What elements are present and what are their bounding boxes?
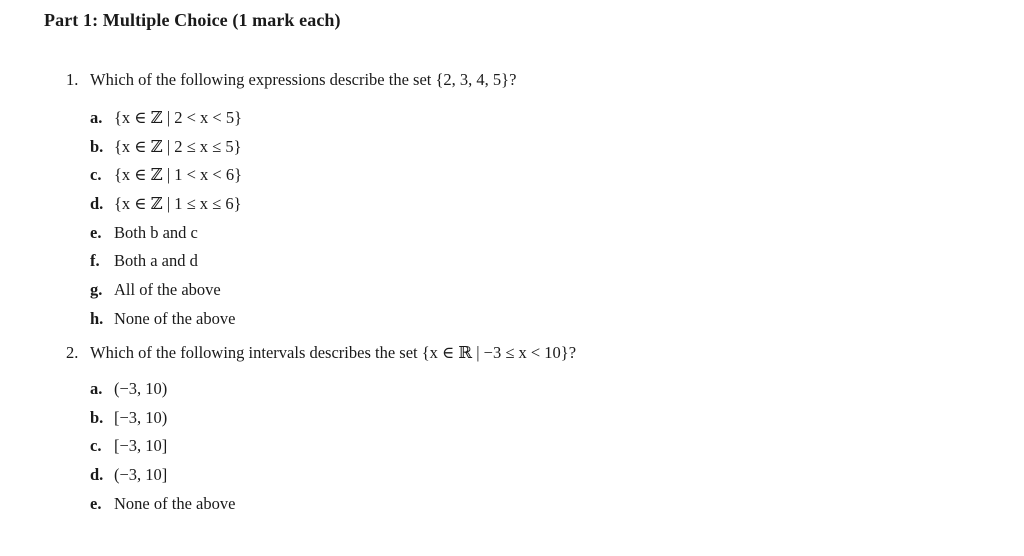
option-2a: a. (−3, 10) bbox=[90, 378, 235, 407]
option-2b: b. [−3, 10) bbox=[90, 407, 235, 436]
option-text: [−3, 10] bbox=[114, 436, 168, 456]
option-1d: d. {x ∈ ℤ | 1 ≤ x ≤ 6} bbox=[90, 193, 242, 222]
option-letter: h. bbox=[90, 308, 104, 328]
option-1e: e. Both b and c bbox=[90, 222, 242, 251]
option-1h: h. None of the above bbox=[90, 308, 242, 337]
question-1-options: a. {x ∈ ℤ | 2 < x < 5} b. {x ∈ ℤ | 2 ≤ x ≤… bbox=[90, 107, 242, 337]
option-text: (−3, 10) bbox=[114, 379, 168, 398]
section-title: Part 1: Multiple Choice (1 mark each) bbox=[44, 10, 341, 30]
option-letter: b. bbox=[90, 407, 104, 427]
option-text: {x ∈ ℤ | 2 < x < 5} bbox=[114, 108, 243, 127]
question-number: 1. bbox=[66, 70, 79, 89]
option-2d: d. (−3, 10] bbox=[90, 464, 235, 493]
option-letter: e. bbox=[90, 493, 102, 513]
question-text: Which of the following intervals describ… bbox=[90, 343, 577, 362]
option-letter: d. bbox=[90, 465, 104, 485]
option-2c: c. [−3, 10] bbox=[90, 435, 235, 464]
option-letter: e. bbox=[90, 222, 102, 242]
option-letter: a. bbox=[90, 379, 103, 398]
option-letter: c. bbox=[90, 436, 102, 456]
option-letter: d. bbox=[90, 194, 104, 214]
option-letter: a. bbox=[90, 108, 103, 127]
option-text: {x ∈ ℤ | 1 < x < 6} bbox=[114, 165, 243, 185]
question-text: Which of the following expressions descr… bbox=[90, 70, 517, 89]
option-text: Both a and d bbox=[114, 251, 198, 271]
option-text: None of the above bbox=[114, 493, 236, 513]
question-number: 2. bbox=[66, 343, 79, 362]
option-letter: b. bbox=[90, 136, 104, 156]
question-2-options: a. (−3, 10) b. [−3, 10) c. [−3, 10] d. (−3, … bbox=[90, 378, 235, 521]
option-text: {x ∈ ℤ | 2 ≤ x ≤ 5} bbox=[114, 136, 242, 156]
option-text: All of the above bbox=[114, 280, 221, 300]
option-text: Both b and c bbox=[114, 222, 198, 242]
question-1: 1. Which of the following expressions des… bbox=[66, 70, 516, 90]
option-letter: f. bbox=[90, 251, 100, 271]
option-text: (−3, 10] bbox=[114, 465, 168, 485]
option-1a: a. {x ∈ ℤ | 2 < x < 5} bbox=[90, 107, 242, 136]
option-letter: c. bbox=[90, 165, 102, 185]
question-2: 2. Which of the following intervals descr… bbox=[66, 343, 576, 363]
option-text: None of the above bbox=[114, 308, 236, 328]
option-1b: b. {x ∈ ℤ | 2 ≤ x ≤ 5} bbox=[90, 136, 242, 165]
option-1g: g. All of the above bbox=[90, 279, 242, 308]
option-text: [−3, 10) bbox=[114, 407, 168, 427]
option-letter: g. bbox=[90, 280, 103, 300]
option-text: {x ∈ ℤ | 1 ≤ x ≤ 6} bbox=[114, 194, 242, 214]
option-2e: e. None of the above bbox=[90, 493, 235, 522]
option-1c: c. {x ∈ ℤ | 1 < x < 6} bbox=[90, 164, 242, 193]
option-1f: f. Both a and d bbox=[90, 250, 242, 279]
